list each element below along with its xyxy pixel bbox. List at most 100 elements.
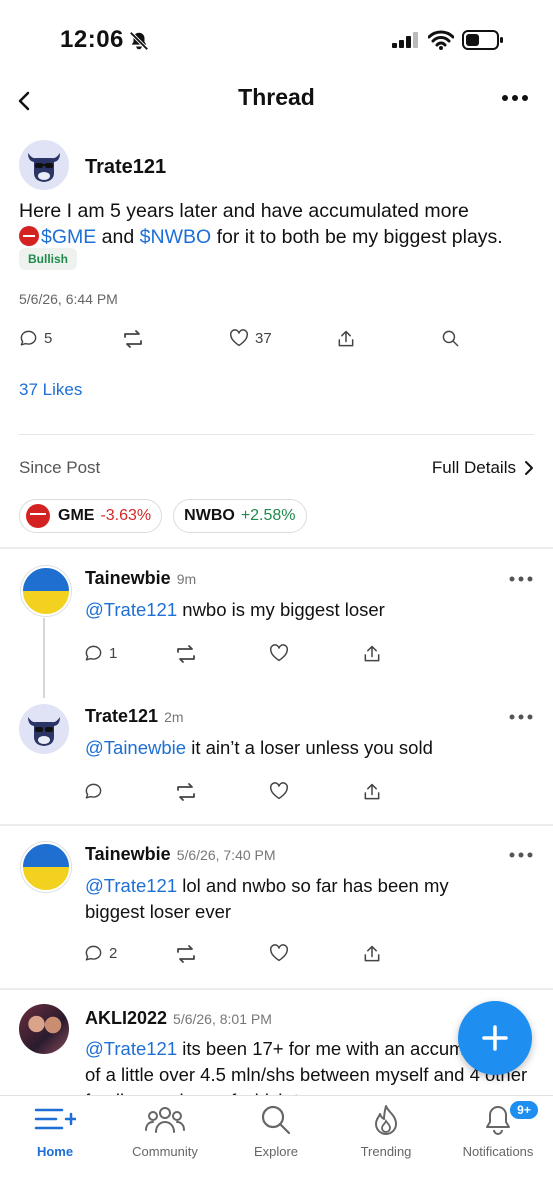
tab-trending[interactable]: Trending xyxy=(331,1102,441,1159)
reply-body: @Trate121 nwbo is my biggest loser xyxy=(85,597,535,623)
ticker-chips: GME -3.63% NWBO +2.58% xyxy=(19,499,307,533)
like-button[interactable] xyxy=(269,782,289,800)
heart-icon xyxy=(230,329,248,347)
avatar[interactable] xyxy=(19,704,69,754)
heart-icon xyxy=(270,944,288,962)
comment-icon xyxy=(85,945,102,961)
full-details-link[interactable]: Full Details xyxy=(432,458,534,478)
post-body: Here I am 5 years later and have accumul… xyxy=(19,198,534,250)
bull-avatar-icon xyxy=(28,717,60,746)
avatar[interactable] xyxy=(21,842,71,892)
status-time: 12:06 xyxy=(60,26,124,53)
share-icon xyxy=(364,783,380,800)
repost-button[interactable] xyxy=(174,644,198,664)
comment-button[interactable] xyxy=(84,782,103,801)
repost-button[interactable] xyxy=(174,782,198,802)
search-post-button[interactable] xyxy=(441,329,460,348)
comment-icon xyxy=(20,330,37,346)
tab-label: Explore xyxy=(253,1144,299,1159)
gme-logo-icon xyxy=(19,226,39,246)
comment-icon xyxy=(85,645,102,661)
repost-icon xyxy=(177,783,195,801)
chip-symbol: NWBO xyxy=(184,507,235,524)
divider xyxy=(0,824,553,826)
heart-icon xyxy=(270,644,288,662)
share-button[interactable] xyxy=(336,329,356,349)
likes-link[interactable]: 37 Likes xyxy=(19,380,82,400)
comment-button[interactable]: 2 xyxy=(84,944,117,963)
gme-logo-icon xyxy=(26,504,50,528)
reply-username-text: Trate121 xyxy=(85,706,159,726)
signal-icon xyxy=(392,32,418,48)
share-icon xyxy=(338,330,354,347)
share-icon xyxy=(364,945,380,962)
tab-community[interactable]: Community xyxy=(110,1102,220,1159)
chip-symbol: GME xyxy=(58,507,95,524)
mention-link[interactable]: @Tainewbie xyxy=(85,737,186,758)
since-post-row: Since Post Full Details xyxy=(19,458,534,482)
post-username[interactable]: Trate121 xyxy=(85,156,166,179)
comment-button[interactable]: 5 xyxy=(19,329,52,348)
home-feed-icon xyxy=(34,1108,76,1130)
like-count: 37 xyxy=(255,329,272,347)
ticker-link-nwbo[interactable]: $NWBO xyxy=(140,226,212,248)
ticker-chip-nwbo[interactable]: NWBO +2.58% xyxy=(173,499,307,533)
post-text: and xyxy=(96,226,140,248)
reply-time: 9m xyxy=(176,571,197,587)
post-text: for it to both be my biggest plays. xyxy=(211,226,503,248)
share-button[interactable] xyxy=(362,782,382,802)
mention-link[interactable]: @Trate121 xyxy=(85,599,177,620)
comment-count: 2 xyxy=(109,945,118,962)
ticker-link-gme[interactable]: $GME xyxy=(41,226,96,248)
reply-username[interactable]: Trate121 2m xyxy=(85,706,184,727)
since-post-label: Since Post xyxy=(19,458,101,477)
reply-actions: 1 xyxy=(0,644,553,670)
repost-icon xyxy=(124,330,142,348)
ticker-chip-gme[interactable]: GME -3.63% xyxy=(19,499,163,533)
compose-button[interactable] xyxy=(458,1001,532,1075)
search-icon xyxy=(261,1105,291,1135)
share-button[interactable] xyxy=(362,944,382,964)
post-text: Here I am 5 years later and have accumul… xyxy=(19,200,469,222)
reply-username[interactable]: AKLI2022 5/6/26, 8:01 PM xyxy=(85,1008,272,1029)
repost-button[interactable] xyxy=(121,329,145,349)
like-button[interactable] xyxy=(269,944,289,962)
post-timestamp: 5/6/26, 6:44 PM xyxy=(19,291,118,307)
reply-username[interactable]: Tainewbie 5/6/26, 7:40 PM xyxy=(85,844,276,865)
reply-time: 2m xyxy=(164,709,184,725)
chip-change: +2.58% xyxy=(240,507,296,524)
more-options-icon[interactable] xyxy=(508,574,534,584)
more-options-icon[interactable] xyxy=(508,850,534,860)
page-title: Thread xyxy=(238,84,315,110)
battery-icon xyxy=(462,30,503,50)
chevron-right-icon xyxy=(525,461,533,475)
like-button[interactable] xyxy=(269,644,289,662)
divider xyxy=(0,988,553,990)
full-details-label: Full Details xyxy=(431,458,516,477)
bull-avatar-icon xyxy=(28,153,60,182)
repost-button[interactable] xyxy=(174,944,198,964)
avatar[interactable] xyxy=(19,1004,69,1054)
mention-link[interactable]: @Trate121 xyxy=(85,1038,177,1059)
reply-username-text: Tainewbie xyxy=(85,844,171,864)
reply-body: @Tainewbie it ain’t a loser unless you s… xyxy=(85,735,535,761)
mention-link[interactable]: @Trate121 xyxy=(85,875,177,896)
comment-button[interactable]: 1 xyxy=(84,644,117,663)
reply-actions: 2 xyxy=(0,944,553,970)
reply-username[interactable]: Tainewbie 9m xyxy=(85,568,196,589)
avatar[interactable] xyxy=(21,566,71,616)
flame-icon xyxy=(375,1105,397,1135)
reply-username-text: AKLI2022 xyxy=(85,1008,168,1028)
plus-icon xyxy=(482,1025,508,1051)
divider xyxy=(19,434,534,435)
more-options-icon[interactable] xyxy=(498,86,532,110)
heart-icon xyxy=(270,782,288,800)
like-button[interactable]: 37 xyxy=(229,329,272,347)
post-actions: 5 37 xyxy=(0,329,553,355)
more-options-icon[interactable] xyxy=(508,712,534,722)
tab-home[interactable]: Home xyxy=(0,1102,110,1159)
avatar[interactable] xyxy=(19,140,69,190)
share-button[interactable] xyxy=(362,644,382,664)
tab-explore[interactable]: Explore xyxy=(221,1102,331,1159)
sentiment-badge: Bullish xyxy=(19,248,78,270)
